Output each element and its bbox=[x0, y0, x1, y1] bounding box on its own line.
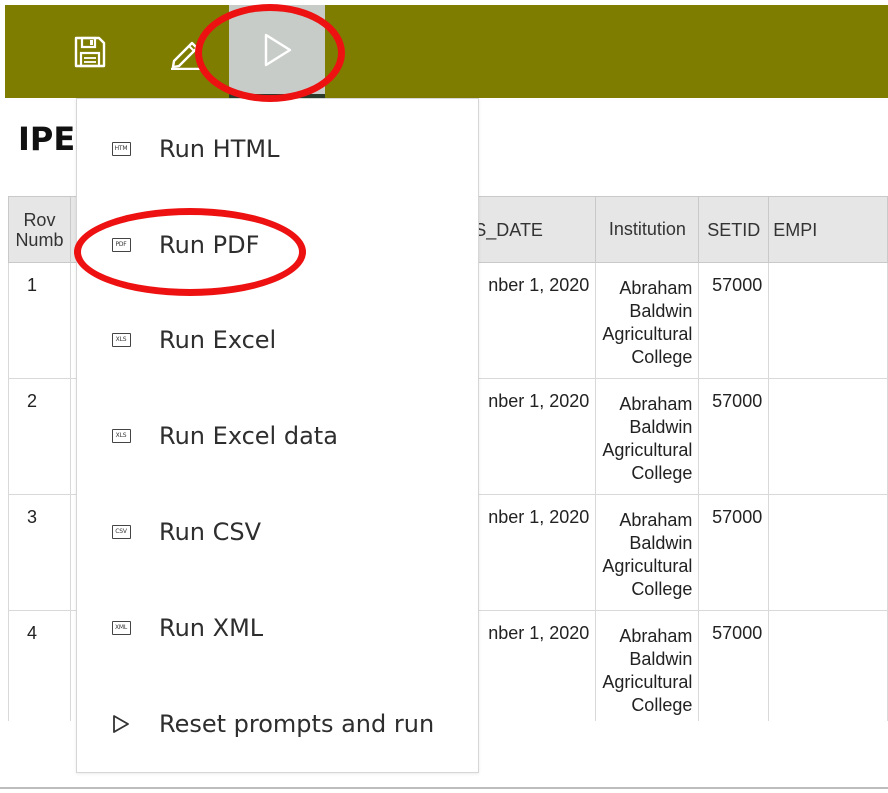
institution-line: Baldwin bbox=[629, 417, 693, 437]
menu-item-label: Run Excel data bbox=[159, 422, 338, 450]
header-empl[interactable]: EMPI bbox=[768, 196, 888, 263]
institution-line: Agricultural bbox=[602, 672, 693, 692]
menu-item-run-html[interactable]: HTM Run HTML bbox=[77, 119, 478, 179]
cell-institution: Abraham Baldwin Agricultural College bbox=[595, 494, 700, 611]
institution-line: College bbox=[631, 347, 693, 367]
menu-item-label: Run XML bbox=[159, 614, 264, 642]
html-file-icon: HTM bbox=[110, 140, 132, 158]
cell-setid: 57000 bbox=[698, 610, 770, 721]
cell-row-number: 4 bbox=[8, 610, 71, 721]
save-icon bbox=[74, 36, 106, 67]
menu-item-label: Run PDF bbox=[159, 231, 260, 259]
institution-line: College bbox=[631, 463, 693, 483]
cell-institution: Abraham Baldwin Agricultural College bbox=[595, 378, 700, 495]
cell-setid: 57000 bbox=[698, 494, 770, 611]
bottom-divider bbox=[0, 787, 888, 789]
cell-row-number: 2 bbox=[8, 378, 71, 495]
institution-line: Baldwin bbox=[629, 301, 693, 321]
institution-line: Baldwin bbox=[629, 533, 693, 553]
institution-line: Baldwin bbox=[629, 649, 693, 669]
institution-line: College bbox=[631, 579, 693, 599]
menu-item-run-excel[interactable]: XLS Run Excel bbox=[77, 310, 478, 370]
institution-line: Agricultural bbox=[602, 556, 693, 576]
run-button[interactable] bbox=[229, 5, 325, 98]
xls-file-icon: XLS bbox=[110, 331, 132, 349]
cell-empl bbox=[768, 378, 888, 495]
menu-item-label: Run Excel bbox=[159, 326, 277, 354]
institution-line: College bbox=[631, 695, 693, 715]
save-button[interactable] bbox=[60, 5, 120, 98]
cell-empl bbox=[768, 494, 888, 611]
header-row-number[interactable]: Rov Numb bbox=[8, 196, 71, 263]
xml-file-icon: XML bbox=[110, 619, 132, 637]
header-row-number-line2: Numb bbox=[15, 229, 64, 250]
csv-file-icon: CSV bbox=[110, 523, 132, 541]
pencil-icon bbox=[171, 41, 201, 70]
menu-item-run-excel-data[interactable]: XLS Run Excel data bbox=[77, 406, 478, 466]
institution-line: Agricultural bbox=[602, 440, 693, 460]
menu-item-run-xml[interactable]: XML Run XML bbox=[77, 598, 478, 658]
toolbar bbox=[5, 5, 888, 98]
cell-row-number: 1 bbox=[8, 262, 71, 379]
menu-item-run-csv[interactable]: CSV Run CSV bbox=[77, 502, 478, 562]
cell-setid: 57000 bbox=[698, 262, 770, 379]
institution-line: Abraham bbox=[619, 394, 693, 414]
cell-institution: Abraham Baldwin Agricultural College bbox=[595, 262, 700, 379]
page-title: IPE bbox=[18, 120, 76, 158]
menu-item-label: Run CSV bbox=[159, 518, 262, 546]
menu-item-reset-prompts-and-run[interactable]: Reset prompts and run bbox=[77, 694, 478, 754]
xls-file-icon: XLS bbox=[110, 427, 132, 445]
cell-setid: 57000 bbox=[698, 378, 770, 495]
menu-item-run-pdf[interactable]: PDF Run PDF bbox=[77, 215, 478, 275]
header-row-number-line1: Rov bbox=[23, 209, 56, 230]
institution-line: Abraham bbox=[619, 510, 693, 530]
cell-institution: Abraham Baldwin Agricultural College bbox=[595, 610, 700, 721]
cell-empl bbox=[768, 610, 888, 721]
menu-item-label: Reset prompts and run bbox=[159, 710, 435, 738]
edit-button[interactable] bbox=[155, 5, 215, 98]
institution-line: Agricultural bbox=[602, 324, 693, 344]
header-setid[interactable]: SETID bbox=[698, 196, 770, 263]
pdf-file-icon: PDF bbox=[110, 236, 132, 254]
run-menu: HTM Run HTML PDF Run PDF XLS Run Excel X… bbox=[76, 98, 479, 773]
institution-line: Abraham bbox=[619, 626, 693, 646]
menu-item-label: Run HTML bbox=[159, 135, 280, 163]
play-icon bbox=[264, 33, 292, 66]
institution-line: Abraham bbox=[619, 278, 693, 298]
cell-empl bbox=[768, 262, 888, 379]
cell-row-number: 3 bbox=[8, 494, 71, 611]
header-institution[interactable]: Institution bbox=[595, 196, 700, 263]
play-icon bbox=[110, 715, 132, 733]
